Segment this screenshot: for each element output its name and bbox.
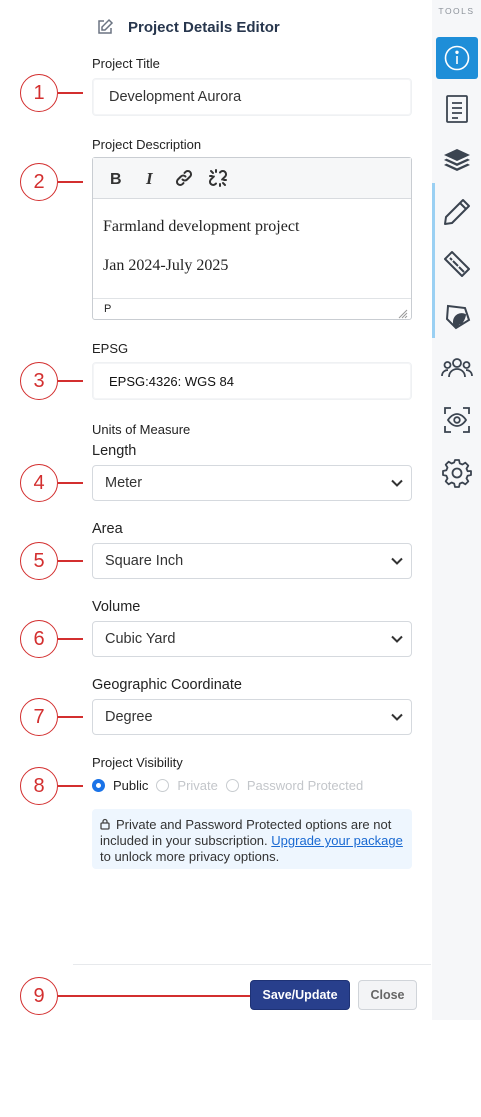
epsg-label: EPSG [92,341,129,356]
shape-icon [445,304,471,330]
editor-content[interactable]: Farmland development project Jan 2024-Ju… [93,199,411,275]
area-value: Square Inch [105,553,184,569]
panel-header: Project Details Editor [96,14,280,40]
epsg-input[interactable]: EPSG:4326: WGS 84 [92,362,412,400]
eye-scan-icon [444,407,470,433]
panel-title: Project Details Editor [128,18,280,36]
editor-statusbar: P [93,298,411,319]
coordinate-label: Geographic Coordinate [92,677,242,693]
save-update-button[interactable]: Save/Update [250,980,350,1010]
editor-toolbar: B I [93,158,411,199]
callout-marker: 5 [20,542,58,580]
length-label: Length [92,443,137,459]
italic-icon[interactable]: I [139,167,161,189]
chevron-down-icon [391,635,403,643]
editor-element-path[interactable]: P [104,303,111,315]
volume-label: Volume [92,599,141,615]
measure-tool-button[interactable] [435,242,479,286]
users-icon [441,358,473,378]
project-title-input[interactable]: Development Aurora [92,78,412,116]
callout-marker: 3 [20,362,58,400]
subscription-notice: Private and Password Protected options a… [92,809,412,869]
callout-line [58,482,83,484]
draw-tool-button[interactable] [435,190,479,234]
project-title-label: Project Title [92,56,160,71]
callout-line [58,995,250,997]
coordinate-select[interactable]: Degree [92,699,412,735]
chevron-down-icon [391,557,403,565]
callout-marker: 2 [20,163,58,201]
callout-line [58,560,83,562]
visibility-radio-group: Public Private Password Protected [92,778,371,793]
units-label: Units of Measure [92,422,191,437]
callout-line [58,380,83,382]
ruler-icon [444,251,470,277]
callout-marker: 1 [20,74,58,112]
resize-handle-icon[interactable] [398,306,408,319]
callout-marker: 7 [20,698,58,736]
radio-password-protected: Password Protected [225,778,364,793]
edit-icon [96,18,114,36]
area-select[interactable]: Square Inch [92,543,412,579]
tool-rail: TOOLS [432,0,481,1020]
shape-tool-button[interactable] [435,294,479,338]
upgrade-package-link[interactable]: Upgrade your package [271,833,403,848]
radio-public[interactable]: Public [92,778,148,793]
svg-text:B: B [110,171,122,186]
volume-value: Cubic Yard [105,631,176,647]
close-button[interactable]: Close [358,980,417,1010]
callout-line [58,92,83,94]
link-icon[interactable] [173,167,195,189]
bold-icon[interactable]: B [105,167,127,189]
view-tool-button[interactable] [435,398,479,442]
settings-tool-button[interactable] [435,451,479,495]
callout-line [58,638,83,640]
radio-private: Private [156,778,218,793]
document-icon [446,95,468,123]
notice-suffix: to unlock more privacy options. [100,849,280,864]
radio-label: Private [177,778,218,793]
coordinate-value: Degree [105,709,153,725]
length-select[interactable]: Meter [92,465,412,501]
radio-indicator [92,779,105,792]
radio-label: Public [113,778,149,793]
radio-indicator [225,779,239,792]
pencil-icon [444,199,470,225]
length-value: Meter [105,475,143,491]
editor-paragraph: Farmland development project [103,218,300,235]
users-tool-button[interactable] [435,346,479,390]
callout-marker: 4 [20,464,58,502]
layers-tool-button[interactable] [435,138,479,182]
info-tool-button[interactable] [436,37,478,79]
info-icon [444,45,470,71]
svg-text:I: I [145,170,154,186]
chevron-down-icon [391,713,403,721]
unlink-icon[interactable] [207,167,229,189]
visibility-label: Project Visibility [92,755,183,770]
callout-line [58,785,83,787]
lock-icon [100,818,110,830]
rail-title: TOOLS [438,6,475,16]
rich-text-editor[interactable]: B I Farmland development project Jan 202… [92,157,412,320]
layers-icon [444,149,470,171]
document-tool-button[interactable] [435,87,479,131]
radio-label: Password Protected [246,778,364,793]
gear-icon [442,459,472,488]
chevron-down-icon [391,479,403,487]
editor-paragraph: Jan 2024-July 2025 [103,257,229,275]
callout-marker: 8 [20,767,58,805]
project-description-label: Project Description [92,137,202,152]
callout-marker: 6 [20,620,58,658]
radio-indicator [156,779,170,792]
volume-select[interactable]: Cubic Yard [92,621,412,657]
callout-line [58,181,83,183]
epsg-value: EPSG:4326: WGS 84 [109,373,235,389]
callout-marker: 9 [20,977,58,1015]
footer-divider [73,964,431,965]
area-label: Area [92,521,123,537]
project-title-value: Development Aurora [109,89,242,105]
callout-line [58,716,83,718]
